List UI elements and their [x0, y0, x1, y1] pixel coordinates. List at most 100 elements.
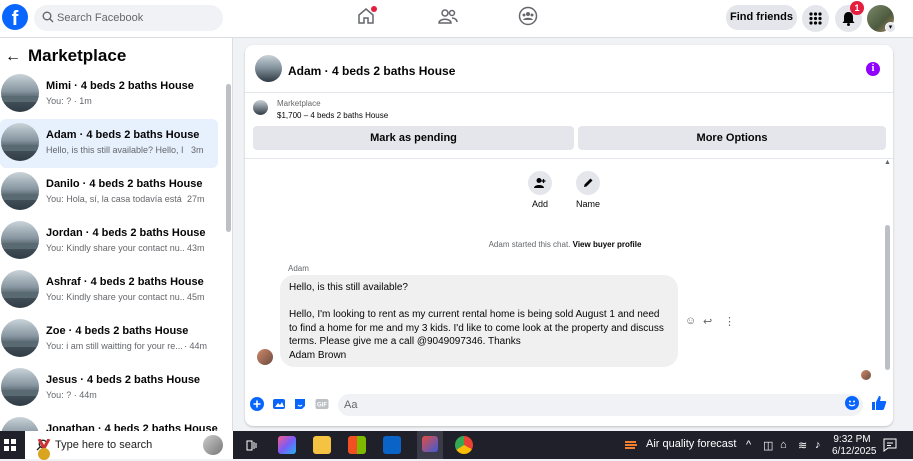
view-buyer-profile-link[interactable]: View buyer profile	[573, 240, 642, 249]
search-icon	[42, 11, 54, 23]
home-nav-button[interactable]	[356, 6, 380, 30]
add-action[interactable]: Add	[520, 171, 560, 209]
avatar	[1, 123, 39, 161]
chevron-up-icon[interactable]: ^	[746, 439, 751, 451]
meet-now-icon[interactable]: ◫	[763, 439, 773, 452]
reply-icon[interactable]: ↩	[703, 315, 712, 328]
conversation-item[interactable]: Jonathan · 4 beds 2 baths House	[0, 413, 218, 431]
notifications-button[interactable]: 1	[835, 1, 864, 32]
sidebar-title: Marketplace	[28, 46, 127, 65]
add-person-icon	[534, 178, 546, 188]
conversation-item-active[interactable]: Adam · 4 beds 2 baths House Hello, is th…	[0, 119, 218, 168]
groups-icon	[518, 6, 538, 26]
emoji-icon[interactable]	[845, 396, 859, 410]
friends-icon	[438, 9, 458, 24]
message-composer: GIF	[245, 388, 893, 426]
chrome-app-icon[interactable]	[455, 436, 473, 454]
notification-badge: 1	[850, 1, 864, 15]
scroll-up-arrow-icon[interactable]: ▲	[884, 159, 891, 166]
chat-header: Adam · 4 beds 2 baths House i	[245, 45, 893, 93]
active-app-highlight[interactable]	[417, 431, 443, 459]
avatar	[1, 221, 39, 259]
message-input[interactable]	[338, 394, 863, 416]
conversation-item[interactable]: Jordan · 4 beds 2 baths House You: Kindl…	[0, 217, 218, 266]
groups-nav-button[interactable]	[518, 6, 542, 30]
find-friends-button[interactable]: Find friends	[726, 5, 797, 30]
chat-title[interactable]: Adam · 4 beds 2 baths House	[288, 64, 455, 78]
wifi-icon[interactable]: ≋	[798, 439, 807, 452]
more-options-button[interactable]: More Options	[578, 126, 886, 150]
facebook-logo-icon[interactable]: f	[2, 4, 28, 30]
photo-icon[interactable]	[272, 397, 286, 411]
conversation-item[interactable]: Mimi · 4 beds 2 baths House You: ? · 1m	[0, 70, 218, 119]
name-action[interactable]: Name	[568, 171, 608, 209]
conversation-list: Mimi · 4 beds 2 baths House You: ? · 1m …	[0, 70, 220, 431]
name-label: Name	[575, 199, 600, 209]
avatar[interactable]	[255, 55, 282, 82]
friends-nav-button[interactable]	[438, 6, 462, 30]
conversation-name: Ashraf · 4 beds 2 baths House	[46, 276, 204, 288]
conversation-preview: You: Kindly share your contact nu...	[46, 243, 184, 253]
system-clock[interactable]: 9:32 PM 6/12/2025	[832, 434, 877, 458]
chat-panel: Adam · 4 beds 2 baths House i Marketplac…	[245, 45, 893, 426]
sidebar-scrollbar[interactable]	[226, 84, 231, 232]
medal-icon[interactable]	[36, 439, 52, 461]
avatar	[1, 74, 39, 112]
chat-scrollbar[interactable]	[885, 225, 890, 370]
chat-started-notice: Adam started this chat. View buyer profi…	[245, 240, 885, 249]
search-highlight-icon[interactable]	[203, 435, 223, 455]
sender-avatar[interactable]	[257, 349, 273, 365]
conversation-name: Mimi · 4 beds 2 baths House	[46, 80, 194, 92]
sticker-icon[interactable]	[293, 397, 307, 411]
volume-icon[interactable]: ♪	[815, 439, 821, 451]
listing-thumbnail[interactable]	[253, 100, 268, 115]
message-sender-name: Adam	[288, 264, 309, 273]
conversation-time: 3m	[191, 145, 204, 155]
react-emoji-icon[interactable]: ☺	[685, 315, 696, 327]
listing-price: $1,700 – 4 beds 2 baths House	[277, 111, 389, 120]
task-view-icon[interactable]	[245, 439, 258, 452]
conversation-time: 45m	[187, 292, 205, 302]
grid-menu-icon	[809, 12, 822, 25]
listing-label: Marketplace	[277, 99, 321, 108]
menu-button[interactable]	[802, 5, 829, 32]
file-explorer-icon[interactable]	[313, 436, 331, 454]
microsoft-store-icon[interactable]	[348, 436, 366, 454]
outlook-app-icon[interactable]	[383, 436, 401, 454]
windows-start-icon[interactable]	[4, 439, 16, 451]
conversation-name: Jesus · 4 beds 2 baths House	[46, 374, 201, 386]
conversation-item[interactable]: Danilo · 4 beds 2 baths House You: Hola,…	[0, 168, 218, 217]
air-quality-forecast-text[interactable]: Air quality forecast	[646, 438, 736, 450]
listing-card: Marketplace $1,700 – 4 beds 2 baths Hous…	[245, 93, 893, 159]
notification-center-icon[interactable]	[883, 438, 897, 452]
search-box[interactable]	[34, 5, 223, 31]
more-vertical-icon[interactable]: ⋮	[724, 315, 735, 328]
taskbar-search-box[interactable]: Type here to search	[25, 431, 233, 461]
conversation-item[interactable]: Zoe · 4 beds 2 baths House You: i am sti…	[0, 315, 218, 364]
conversation-preview: You: Kindly share your contact nu...	[46, 292, 184, 302]
conversation-preview: You: Hola, sí, la casa todavía está ...	[46, 194, 184, 204]
name-edit-button[interactable]	[576, 171, 600, 195]
mark-as-pending-button[interactable]: Mark as pending	[253, 126, 574, 150]
conversation-item[interactable]: Jesus · 4 beds 2 baths House You: ? · 44…	[0, 364, 218, 413]
add-person-button[interactable]	[528, 171, 552, 195]
message-bubble[interactable]: Hello, is this still available? Hello, I…	[280, 275, 678, 367]
gif-icon[interactable]: GIF	[315, 397, 329, 411]
avatar	[1, 417, 39, 431]
like-thumbs-up-icon[interactable]	[871, 395, 887, 411]
info-icon[interactable]: i	[866, 62, 880, 76]
conversation-time: · 44m	[184, 341, 208, 351]
back-arrow-icon[interactable]: ←	[5, 48, 21, 66]
pencil-icon	[584, 178, 593, 187]
conversation-time: 27m	[187, 194, 205, 204]
conversation-item[interactable]: Ashraf · 4 beds 2 baths House You: Kindl…	[0, 266, 218, 315]
air-quality-icon[interactable]	[624, 438, 638, 452]
network-icon[interactable]: ⌂	[780, 439, 787, 451]
search-input[interactable]	[57, 5, 217, 31]
avatar	[1, 319, 39, 357]
copilot-app-icon[interactable]	[278, 436, 296, 454]
add-label: Add	[531, 199, 548, 209]
chevron-down-icon[interactable]: ▾	[885, 22, 896, 33]
taskbar-search-placeholder: Type here to search	[55, 439, 153, 451]
plus-circle-icon[interactable]	[250, 397, 264, 411]
